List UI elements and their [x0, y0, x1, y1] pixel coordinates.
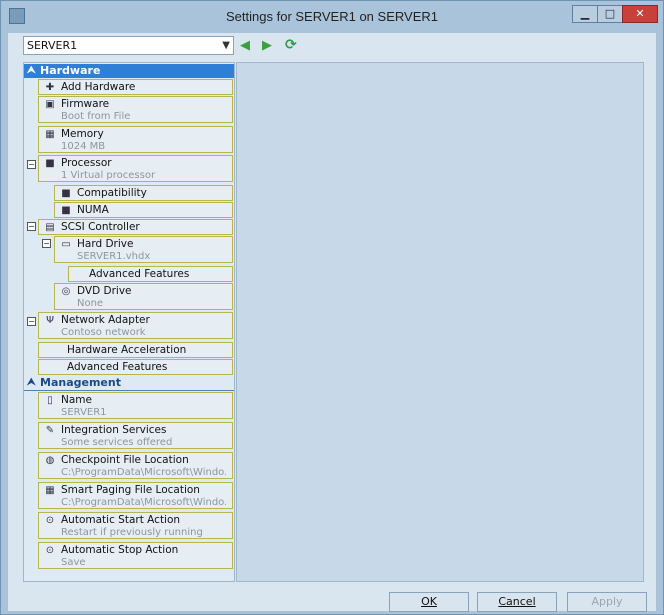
tree-item-numa[interactable]: ■ NUMA: [54, 202, 233, 218]
tree-item-label: Automatic Start Action: [61, 514, 181, 526]
dvd-drive-icon: ◎: [61, 286, 71, 297]
tree-item-label: DVD Drive: [77, 285, 132, 297]
scsi-expander-icon[interactable]: −: [27, 222, 36, 231]
cancel-button[interactable]: Cancel: [477, 592, 557, 612]
network-adapter-expander-icon[interactable]: −: [27, 317, 36, 326]
tree-item-detail: C:\ProgramData\Microsoft\Windo...: [61, 497, 226, 508]
tree-item-label: Advanced Features: [67, 361, 168, 373]
tree-item-label: Integration Services: [61, 424, 167, 436]
name-icon: ▯: [47, 395, 53, 406]
tree-item-label: Processor: [61, 157, 112, 169]
tree-item-firmware[interactable]: ▣ Firmware Boot from File: [38, 96, 233, 123]
apply-button[interactable]: Apply: [567, 592, 647, 612]
tree-item-label: Hard Drive: [77, 238, 134, 250]
tree-item-detail: Save: [61, 557, 86, 568]
tree-item-label: Add Hardware: [61, 81, 136, 93]
collapse-icon: ⮝: [27, 65, 36, 76]
close-button[interactable]: ✕: [622, 5, 658, 23]
network-adapter-icon: Ψ: [46, 315, 54, 326]
tree-item-detail: SERVER1.vhdx: [77, 251, 151, 262]
tree-item-label: Advanced Features: [89, 268, 190, 280]
tree-item-network-advanced-features[interactable]: Advanced Features: [38, 359, 233, 375]
tree-item-detail: Contoso network: [61, 327, 146, 338]
tree-item-detail: Restart if previously running: [61, 527, 203, 538]
tree-item-scsi-controller[interactable]: ▤ SCSI Controller: [38, 219, 233, 235]
settings-tree: ⮝ Hardware ✚ Add Hardware ▣ Firmware Boo…: [23, 62, 235, 582]
server-selector[interactable]: SERVER1 ▼: [23, 36, 234, 55]
smart-paging-icon: ▦: [45, 485, 55, 496]
hardware-section-header[interactable]: ⮝ Hardware: [24, 64, 234, 78]
tree-item-label: Hardware Acceleration: [67, 344, 187, 356]
compatibility-icon: ■: [61, 188, 71, 199]
integration-services-icon: ✎: [45, 425, 55, 436]
tree-item-integration-services[interactable]: ✎ Integration Services Some services off…: [38, 422, 233, 449]
numa-icon: ■: [61, 205, 71, 216]
ok-button[interactable]: OK: [389, 592, 469, 612]
forward-arrow-icon[interactable]: ▶: [262, 38, 272, 53]
add-hardware-icon: ✚: [45, 82, 55, 93]
tree-item-hardware-acceleration[interactable]: Hardware Acceleration: [38, 342, 233, 358]
tree-item-automatic-stop-action[interactable]: ⊙ Automatic Stop Action Save: [38, 542, 233, 569]
tree-item-label: NUMA: [77, 204, 109, 216]
tree-item-smart-paging-file-location[interactable]: ▦ Smart Paging File Location C:\ProgramD…: [38, 482, 233, 509]
tree-item-hard-drive[interactable]: ▭ Hard Drive SERVER1.vhdx: [54, 236, 233, 263]
collapse-icon: ⮝: [27, 377, 36, 388]
tree-item-detail: SERVER1: [61, 407, 107, 418]
hard-drive-icon: ▭: [61, 239, 71, 250]
management-section-header[interactable]: ⮝ Management: [24, 376, 234, 390]
minimize-button[interactable]: ▁: [572, 5, 598, 23]
processor-icon: ■: [45, 158, 55, 169]
tree-item-label: Firmware: [61, 98, 110, 110]
tree-item-detail: None: [77, 298, 104, 309]
tree-item-checkpoint-file-location[interactable]: ◍ Checkpoint File Location C:\ProgramDat…: [38, 452, 233, 479]
tree-item-automatic-start-action[interactable]: ⊙ Automatic Start Action Restart if prev…: [38, 512, 233, 539]
tree-item-network-adapter[interactable]: Ψ Network Adapter Contoso network: [38, 312, 233, 339]
dialog-client: SERVER1 ▼ ◀ ▶ ⟳ ⮝ Hardware ✚ Add Hardwar…: [8, 33, 656, 612]
tree-item-label: Memory: [61, 128, 104, 140]
stop-action-icon: ⊙: [45, 545, 55, 556]
hardware-section-label: Hardware: [40, 64, 101, 77]
scsi-controller-icon: ▤: [45, 222, 55, 233]
tree-item-processor[interactable]: ■ Processor 1 Virtual processor: [38, 155, 233, 182]
tree-item-dvd-drive[interactable]: ◎ DVD Drive None: [54, 283, 233, 310]
hard-drive-expander-icon[interactable]: −: [42, 239, 51, 248]
back-arrow-icon[interactable]: ◀: [240, 38, 250, 53]
tree-item-label: Compatibility: [77, 187, 147, 199]
tree-item-detail: 1 Virtual processor: [61, 170, 156, 181]
tree-item-label: Network Adapter: [61, 314, 150, 326]
cancel-button-label: Cancel: [498, 595, 536, 608]
chevron-down-icon: ▼: [222, 40, 230, 51]
tree-item-label: SCSI Controller: [61, 221, 140, 233]
firmware-icon: ▣: [45, 99, 55, 110]
apply-button-label: Apply: [591, 595, 623, 608]
tree-item-detail: 1024 MB: [61, 141, 106, 152]
tree-item-detail: C:\ProgramData\Microsoft\Windo...: [61, 467, 226, 478]
tree-item-label: Smart Paging File Location: [61, 484, 200, 496]
window-title: Settings for SERVER1 on SERVER1: [226, 9, 438, 24]
tree-item-label: Automatic Stop Action: [61, 544, 179, 556]
ok-button-label: OK: [421, 595, 437, 608]
settings-window: Settings for SERVER1 on SERVER1 ▁ □ ✕ SE…: [0, 0, 664, 615]
tree-item-label: Checkpoint File Location: [61, 454, 189, 466]
tree-item-hard-drive-advanced-features[interactable]: Advanced Features: [68, 266, 233, 282]
tree-item-detail: Some services offered: [61, 437, 173, 448]
title-bar[interactable]: Settings for SERVER1 on SERVER1 ▁ □ ✕: [1, 1, 663, 33]
details-pane: [236, 62, 644, 582]
maximize-button[interactable]: □: [597, 5, 623, 23]
tree-item-detail: Boot from File: [61, 111, 131, 122]
start-action-icon: ⊙: [45, 515, 55, 526]
tree-item-memory[interactable]: ▦ Memory 1024 MB: [38, 126, 233, 153]
checkpoint-icon: ◍: [45, 455, 55, 466]
tree-item-label: Name: [61, 394, 92, 406]
tree-item-name[interactable]: ▯ Name SERVER1: [38, 392, 233, 419]
tree-item-compatibility[interactable]: ■ Compatibility: [54, 185, 233, 201]
management-divider: [24, 390, 234, 391]
refresh-icon[interactable]: ⟳: [285, 37, 297, 53]
tree-item-add-hardware[interactable]: ✚ Add Hardware: [38, 79, 233, 95]
memory-icon: ▦: [45, 129, 55, 140]
processor-expander-icon[interactable]: −: [27, 160, 36, 169]
management-section-label: Management: [40, 376, 121, 389]
server-selector-value: SERVER1: [27, 39, 78, 52]
